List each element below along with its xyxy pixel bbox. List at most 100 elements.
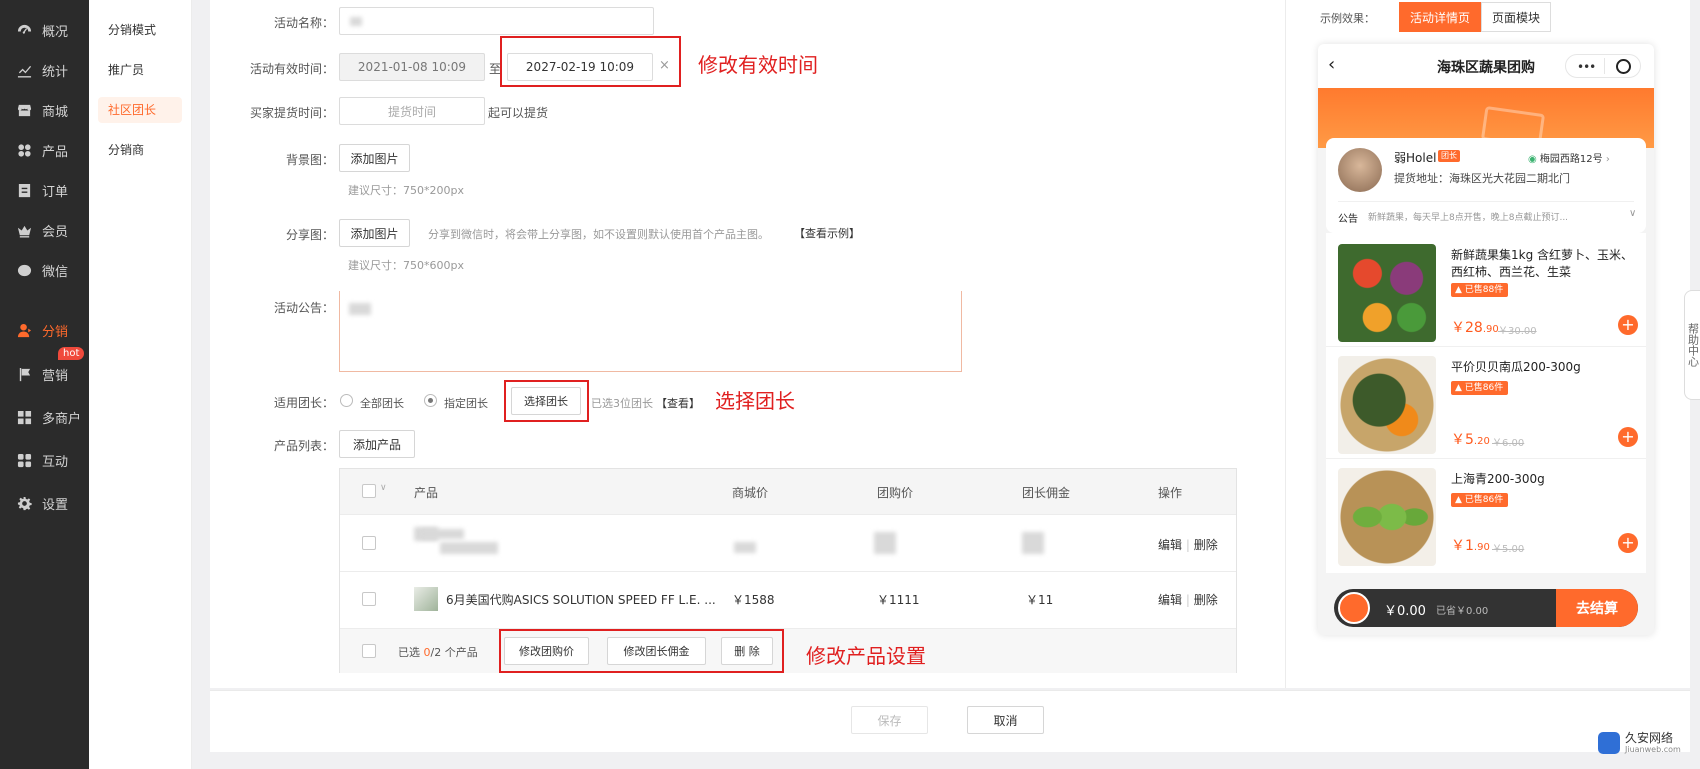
sidebar-item-label: 分销: [42, 324, 69, 340]
footer-select-checkbox[interactable]: [362, 644, 376, 658]
blurred-text: [420, 529, 464, 539]
sidebar-item-multi-merchant[interactable]: 多商户: [0, 397, 89, 437]
sidebar-item-member[interactable]: 会员: [0, 210, 89, 250]
cart-bar: ￥0.00 已省￥0.00 去结算: [1334, 589, 1638, 627]
header-actions: 操作: [1158, 486, 1183, 500]
select-all-checkbox[interactable]: [362, 484, 376, 498]
price-int: 1: [1465, 538, 1474, 554]
sold-tag: ▲ 已售86件: [1451, 493, 1509, 507]
phone-preview: ‹ 海珠区蔬果团购 ••• 弱Holel 团长 ◉ 梅园西路12号 › 提货地址…: [1318, 44, 1654, 635]
sidebar-item-label: 统计: [42, 64, 69, 80]
sidebar-item-overview[interactable]: 概况: [0, 10, 89, 50]
sidebar-item-stats[interactable]: 统计: [0, 50, 89, 90]
blurred-text: [349, 303, 371, 315]
distribution-submenu: 分销模式 推广员 社区团长 分销商: [89, 0, 192, 769]
sidebar-item-wechat[interactable]: 微信: [0, 250, 89, 290]
product-table: ∨ 产品 商城价 团购价 团长佣金 操作 编辑 | 删除 6月美国代购ASICS…: [339, 468, 1237, 673]
sidebar-item-label: 产品: [42, 144, 69, 160]
row-checkbox[interactable]: [362, 536, 376, 550]
add-bg-image-button[interactable]: 添加图片: [339, 144, 410, 172]
sold-text: 已售88件: [1464, 285, 1504, 295]
chevron-down-icon[interactable]: ∨: [380, 483, 387, 493]
gear-icon: [16, 495, 32, 511]
leader-all-label: 全部团长: [360, 397, 404, 410]
watermark-name: 久安网络: [1625, 731, 1674, 745]
help-center-tab[interactable]: 帮助中心: [1684, 290, 1700, 400]
row-actions: 编辑 | 删除: [1158, 536, 1218, 553]
sidebar-item-interact[interactable]: 互动: [0, 440, 89, 480]
notice-tag: 公告: [1338, 214, 1358, 225]
sidebar-item-order[interactable]: 订单: [0, 170, 89, 210]
tab-page-module[interactable]: 页面模块: [1481, 2, 1551, 32]
old-price: ￥30.00: [1498, 326, 1537, 337]
sidebar-item-product[interactable]: 产品: [0, 130, 89, 170]
tab-activity-detail[interactable]: 活动详情页: [1399, 2, 1481, 32]
pickup-time-input[interactable]: 提货时间: [339, 97, 485, 125]
product-list-card: 新鲜蔬果集1kg 含红萝卜、玉米、西红柿、西兰花、生菜 ▲ 已售88件 ￥28.…: [1326, 233, 1646, 573]
sold-text: 已售86件: [1464, 383, 1504, 393]
leader-name: 弱Holel: [1394, 151, 1437, 165]
activity-name-input[interactable]: [339, 7, 654, 35]
add-to-cart-button[interactable]: +: [1618, 533, 1638, 553]
cancel-button[interactable]: 取消: [967, 706, 1044, 734]
notice-textarea[interactable]: [339, 291, 962, 372]
product-name: 上海青200-300g: [1451, 472, 1545, 486]
submenu-item-promoter[interactable]: 推广员: [98, 57, 182, 83]
edit-link[interactable]: 编辑: [1158, 593, 1182, 607]
add-to-cart-button[interactable]: +: [1618, 427, 1638, 447]
product-thumbnail: [414, 587, 438, 611]
user-share-icon: [16, 322, 32, 338]
bg-size-hint: 建议尺寸：750*200px: [348, 184, 464, 197]
view-leaders-link[interactable]: 【查看】: [656, 395, 700, 411]
cart-icon[interactable]: [1338, 592, 1370, 624]
edit-link[interactable]: 编辑: [1158, 538, 1182, 552]
leader-specified-radio[interactable]: [424, 394, 437, 407]
selected-count-text: 已选 0/2 个产品: [398, 644, 478, 660]
avatar: [1338, 148, 1382, 192]
product-name: 新鲜蔬果集1kg 含红萝卜、玉米、西红柿、西兰花、生菜: [1451, 248, 1634, 279]
share-size-hint: 建议尺寸：750*600px: [348, 259, 464, 272]
price-int: 28: [1465, 320, 1483, 336]
sidebar-item-distribution[interactable]: 分销: [0, 310, 89, 350]
list-item: 新鲜蔬果集1kg 含红萝卜、玉米、西红柿、西兰花、生菜 ▲ 已售88件 ￥28.…: [1326, 235, 1646, 347]
sidebar-item-mall[interactable]: 商城: [0, 90, 89, 130]
old-price: ￥5.00: [1492, 544, 1525, 555]
share-image-label: 分享图：: [285, 228, 334, 242]
product-name: 6月美国代购ASICS SOLUTION SPEED FF L.E. ...: [446, 593, 716, 607]
table-header: ∨ 产品 商城价 团购价 团长佣金 操作: [340, 469, 1236, 514]
row-checkbox[interactable]: [362, 592, 376, 606]
share-example-link[interactable]: 【查看示例】: [794, 225, 860, 241]
annotation-choose-leader: 选择团长: [715, 389, 795, 413]
delete-link[interactable]: 删除: [1194, 593, 1218, 607]
order-icon: [16, 182, 32, 198]
submenu-item-distributor[interactable]: 分销商: [98, 137, 182, 163]
submenu-item-mode[interactable]: 分销模式: [98, 17, 182, 43]
watermark-url: Jiuanweb.com: [1625, 745, 1681, 754]
add-product-button[interactable]: 添加产品: [339, 430, 415, 458]
main-sidebar: 概况 统计 商城 产品 订单 会员 微信 分销 hot 营销 多商户 互动 设置: [0, 0, 89, 769]
annotation-modify-time: 修改有效时间: [698, 53, 818, 77]
selected-leaders-text: 已选3位团长: [591, 397, 653, 410]
sidebar-item-label: 概况: [42, 24, 69, 40]
preview-label: 示例效果：: [1320, 12, 1375, 25]
sidebar-item-settings[interactable]: 设置: [0, 483, 89, 523]
header-group-price: 团购价: [877, 486, 914, 500]
save-button[interactable]: 保存: [851, 706, 928, 734]
checkout-button[interactable]: 去结算: [1556, 589, 1638, 627]
sidebar-item-marketing[interactable]: hot 营销: [0, 347, 89, 394]
sidebar-item-label: 营销: [42, 368, 69, 384]
leader-all-radio[interactable]: [340, 394, 353, 407]
action-divider: |: [1185, 538, 1190, 552]
delete-link[interactable]: 删除: [1194, 538, 1218, 552]
submenu-item-community-leader[interactable]: 社区团长: [98, 97, 182, 123]
sidebar-item-label: 微信: [42, 264, 69, 280]
flag-icon: [16, 366, 32, 382]
sidebar-item-label: 多商户: [42, 411, 82, 427]
location-pin-icon: ◉: [1528, 154, 1537, 165]
grid-icon: [16, 142, 32, 158]
more-dots-icon: •••: [1577, 60, 1596, 74]
sold-tag: ▲ 已售88件: [1451, 283, 1509, 297]
add-to-cart-button[interactable]: +: [1618, 315, 1638, 335]
add-share-image-button[interactable]: 添加图片: [339, 219, 410, 247]
leader-label: 适用团长：: [273, 396, 334, 410]
